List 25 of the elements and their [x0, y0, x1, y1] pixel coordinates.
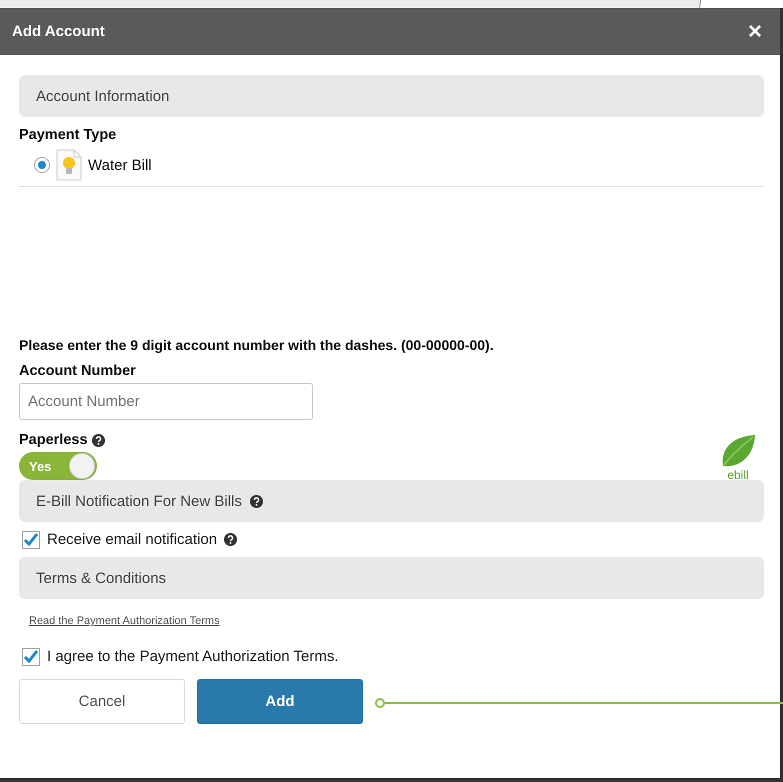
help-icon — [250, 494, 263, 508]
help-icon — [92, 434, 105, 446]
help-icon — [224, 533, 238, 546]
field-label: Paperless — [19, 432, 88, 448]
dialog-title: Add Account — [12, 23, 105, 40]
section-header: E-Bill Notification For New Bills — [36, 492, 242, 510]
checkbox[interactable] — [22, 648, 40, 666]
field-label: Account Number — [19, 363, 137, 379]
checkbox-label: Receive email notification — [47, 531, 218, 548]
terms-link[interactable]: Read the Payment Authorization Terms — [29, 615, 220, 627]
add-button[interactable]: Add — [197, 679, 363, 724]
cancel-button[interactable]: Cancel — [19, 679, 185, 724]
checkbox-label: I agree to the Payment Authorization Terms. — [47, 648, 339, 665]
close-button[interactable]: × — [742, 20, 768, 44]
radio-label: Water Bill — [88, 156, 152, 174]
field-label: Payment Type — [19, 127, 118, 143]
checkbox[interactable] — [22, 530, 40, 548]
section-header: Account Information — [19, 75, 764, 117]
ebill-label: ebill — [727, 468, 749, 482]
lightbulb-document-icon — [56, 149, 82, 181]
instruction-text: Please enter the 9 digit account number with the dashes. (00-00000-00). — [19, 337, 495, 353]
account-number-field[interactable]: Account Number — [19, 383, 313, 420]
leaf-icon — [720, 434, 756, 468]
radio-button[interactable] — [34, 157, 50, 173]
section-header: Terms & Conditions — [19, 557, 764, 599]
